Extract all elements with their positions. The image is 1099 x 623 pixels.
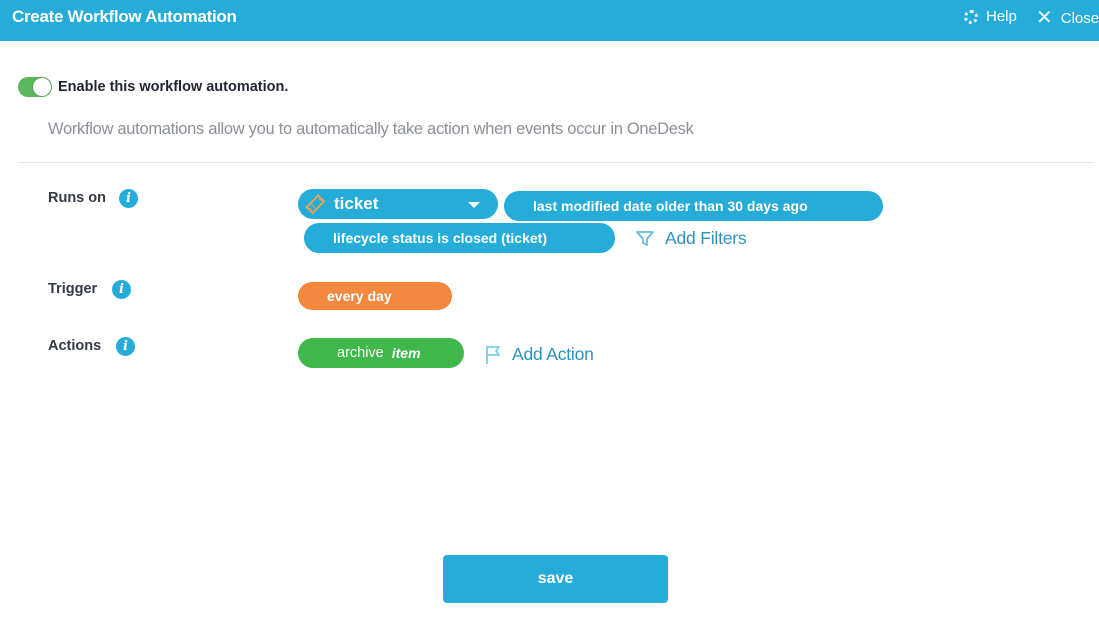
help-button[interactable]: Help bbox=[964, 8, 1017, 25]
toggle-knob bbox=[33, 78, 51, 96]
info-icon[interactable]: i bbox=[116, 337, 135, 356]
info-icon[interactable]: i bbox=[119, 189, 138, 208]
info-icon[interactable]: i bbox=[112, 280, 131, 299]
lifebuoy-icon bbox=[964, 9, 978, 24]
entity-dropdown[interactable]: ticket bbox=[298, 189, 498, 219]
add-action-button[interactable]: Add Action bbox=[484, 344, 594, 365]
trigger-label: Trigger bbox=[48, 281, 98, 297]
divider bbox=[18, 162, 1094, 163]
trigger-pill[interactable]: every day bbox=[298, 282, 452, 310]
action-pill[interactable]: archive item bbox=[298, 338, 464, 368]
add-action-label: Add Action bbox=[512, 344, 594, 364]
chevron-down-icon bbox=[468, 202, 480, 208]
ticket-icon bbox=[305, 194, 326, 215]
help-label: Help bbox=[986, 8, 1017, 25]
entity-label: ticket bbox=[334, 194, 379, 213]
runs-on-label: Runs on bbox=[48, 190, 106, 206]
enable-label: Enable this workflow automation. bbox=[58, 79, 289, 95]
action-verb: archive bbox=[337, 345, 384, 361]
filter-icon bbox=[636, 230, 654, 246]
add-filters-label: Add Filters bbox=[665, 228, 747, 248]
dialog-title: Create Workflow Automation bbox=[12, 7, 237, 26]
close-button[interactable]: ✕ Close bbox=[1036, 8, 1099, 28]
actions-label: Actions bbox=[48, 338, 102, 354]
save-button[interactable]: save bbox=[443, 555, 668, 603]
flag-icon bbox=[486, 345, 500, 364]
filter-pill[interactable]: last modified date older than 30 days ag… bbox=[504, 191, 883, 221]
enable-toggle[interactable] bbox=[18, 77, 52, 97]
add-filters-button[interactable]: Add Filters bbox=[635, 228, 747, 249]
action-object: item bbox=[391, 345, 421, 361]
filter-pill[interactable]: lifecycle status is closed (ticket) bbox=[304, 223, 615, 253]
close-label: Close bbox=[1060, 9, 1099, 27]
description-text: Workflow automations allow you to automa… bbox=[48, 120, 694, 138]
dialog-header: Create Workflow Automation Help ✕ Close bbox=[0, 0, 1099, 41]
close-icon: ✕ bbox=[1036, 7, 1053, 29]
